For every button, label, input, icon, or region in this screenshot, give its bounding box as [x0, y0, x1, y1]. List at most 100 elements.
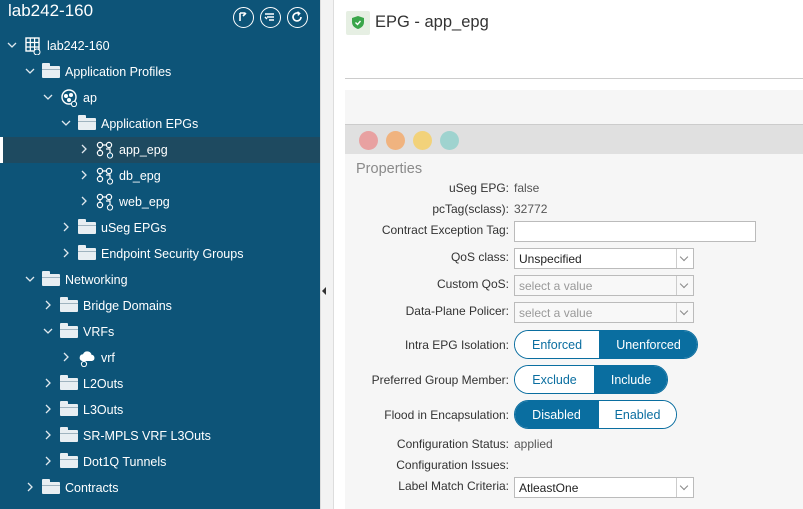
configuration-issues-label: Configuration Issues: [396, 458, 509, 472]
app-profile-icon [61, 89, 78, 107]
qos-class-select[interactable]: Unspecified [514, 248, 694, 269]
folder-icon [42, 479, 60, 494]
chevron-right-icon[interactable] [78, 195, 90, 207]
chevron-right-icon[interactable] [42, 299, 54, 311]
warning-fault-icon[interactable] [440, 131, 459, 150]
flood-in-encapsulation-toggle[interactable]: Disabled Enabled [514, 400, 677, 429]
pctag-value: 32772 [514, 202, 548, 216]
data-plane-policer-select[interactable]: select a value [514, 302, 694, 323]
intra-epg-isolation-toggle[interactable]: Enforced Unenforced [514, 330, 698, 359]
main-panel: EPG - app_epg Properties uSeg EPG: false… [335, 0, 803, 509]
custom-qos-placeholder: select a value [519, 279, 593, 293]
tree-item[interactable]: L3Outs [0, 397, 320, 423]
tree-item-label: Endpoint Security Groups [101, 247, 244, 261]
contract-exception-label: Contract Exception Tag: [381, 223, 509, 237]
critical-fault-icon[interactable] [359, 131, 378, 150]
exclude-option[interactable]: Exclude [515, 366, 594, 393]
tree-item[interactable]: app_epg [0, 137, 320, 163]
chevron-right-icon[interactable] [42, 429, 54, 441]
tree-item-label: SR-MPLS VRF L3Outs [83, 429, 211, 443]
sidebar-title: lab242-160 [8, 1, 94, 20]
chevron-down-icon[interactable] [24, 273, 36, 285]
configuration-status-value: applied [514, 437, 553, 451]
tree-item-label: Bridge Domains [83, 299, 172, 313]
label-match-criteria-label: Label Match Criteria: [398, 479, 509, 493]
tree-item-label: uSeg EPGs [101, 221, 167, 235]
chevron-down-icon[interactable] [42, 91, 54, 103]
chevron-right-icon[interactable] [60, 221, 72, 233]
epg-icon [96, 167, 114, 185]
preferred-group-member-toggle[interactable]: Exclude Include [514, 365, 668, 394]
tree-item[interactable]: Application Profiles [0, 59, 320, 85]
tree-item[interactable]: vrf [0, 345, 320, 371]
label-match-criteria-select[interactable]: AtleastOne [514, 477, 694, 498]
tree-item[interactable]: Endpoint Security Groups [0, 241, 320, 267]
tree-item[interactable]: lab242-160 [0, 33, 320, 59]
data-plane-policer-placeholder: select a value [519, 306, 593, 320]
tree-item[interactable]: SR-MPLS VRF L3Outs [0, 423, 320, 449]
major-fault-icon[interactable] [386, 131, 405, 150]
tenant-icon [25, 37, 41, 55]
tree-item-label: L2Outs [83, 377, 124, 391]
folder-icon [42, 63, 60, 78]
chevron-down-icon[interactable] [6, 39, 18, 51]
tree-item[interactable]: db_epg [0, 163, 320, 189]
epg-shield-icon [346, 11, 370, 35]
chevron-down-icon[interactable] [60, 117, 72, 129]
tree-item-label: VRFs [83, 325, 115, 339]
contract-exception-input[interactable] [514, 221, 756, 242]
disabled-option[interactable]: Disabled [515, 401, 598, 428]
chevron-right-icon[interactable] [60, 351, 72, 363]
preferred-group-member-label: Preferred Group Member: [371, 373, 509, 387]
chevron-down-icon[interactable] [42, 325, 54, 337]
tree-item[interactable]: Networking [0, 267, 320, 293]
folder-icon [60, 323, 78, 338]
tree-item-label: Application EPGs [101, 117, 199, 131]
useg-epg-value: false [514, 181, 540, 195]
tree-item[interactable]: L2Outs [0, 371, 320, 397]
tree-item[interactable]: web_epg [0, 189, 320, 215]
tree-item-label: Networking [65, 273, 128, 287]
tree-item-label: web_epg [119, 195, 170, 209]
chevron-right-icon[interactable] [42, 455, 54, 467]
chevron-down-icon [676, 249, 693, 268]
minor-fault-icon[interactable] [413, 131, 432, 150]
chevron-right-icon[interactable] [78, 143, 90, 155]
unenforced-option[interactable]: Unenforced [599, 331, 697, 358]
data-plane-policer-label: Data-Plane Policer: [405, 304, 509, 318]
chevron-right-icon[interactable] [24, 481, 36, 493]
tree-item[interactable]: Contracts [0, 475, 320, 501]
tree-item[interactable]: uSeg EPGs [0, 215, 320, 241]
divider [345, 78, 803, 79]
tree-item-label: ap [83, 91, 97, 105]
tree-item[interactable]: Bridge Domains [0, 293, 320, 319]
useg-epg-label: uSeg EPG: [448, 181, 509, 195]
tree-item[interactable]: Application EPGs [0, 111, 320, 137]
chevron-right-icon[interactable] [60, 247, 72, 259]
tree-item-label: L3Outs [83, 403, 124, 417]
pctag-label: pcTag(sclass): [432, 202, 509, 216]
flood-in-encapsulation-label: Flood in Encapsulation: [384, 408, 509, 422]
include-option[interactable]: Include [594, 366, 667, 393]
enforced-option[interactable]: Enforced [515, 331, 599, 358]
collapse-arrow-icon[interactable] [322, 287, 326, 295]
refresh-icon[interactable] [287, 7, 308, 28]
folder-icon [60, 297, 78, 312]
folder-icon [60, 401, 78, 416]
label-match-criteria-value: AtleastOne [519, 481, 579, 495]
folder-icon [60, 453, 78, 468]
enabled-option[interactable]: Enabled [598, 401, 676, 428]
chevron-right-icon[interactable] [42, 377, 54, 389]
custom-qos-select[interactable]: select a value [514, 275, 694, 296]
chevron-right-icon[interactable] [42, 403, 54, 415]
history-icon[interactable] [233, 7, 254, 28]
collapse-all-icon[interactable] [260, 7, 281, 28]
folder-icon [78, 245, 96, 260]
tree-item-label: vrf [101, 351, 115, 365]
panel-splitter[interactable] [320, 0, 334, 509]
chevron-down-icon[interactable] [24, 65, 36, 77]
chevron-right-icon[interactable] [78, 169, 90, 181]
tree-item[interactable]: VRFs [0, 319, 320, 345]
tree-item[interactable]: Dot1Q Tunnels [0, 449, 320, 475]
tree-item[interactable]: ap [0, 85, 320, 111]
